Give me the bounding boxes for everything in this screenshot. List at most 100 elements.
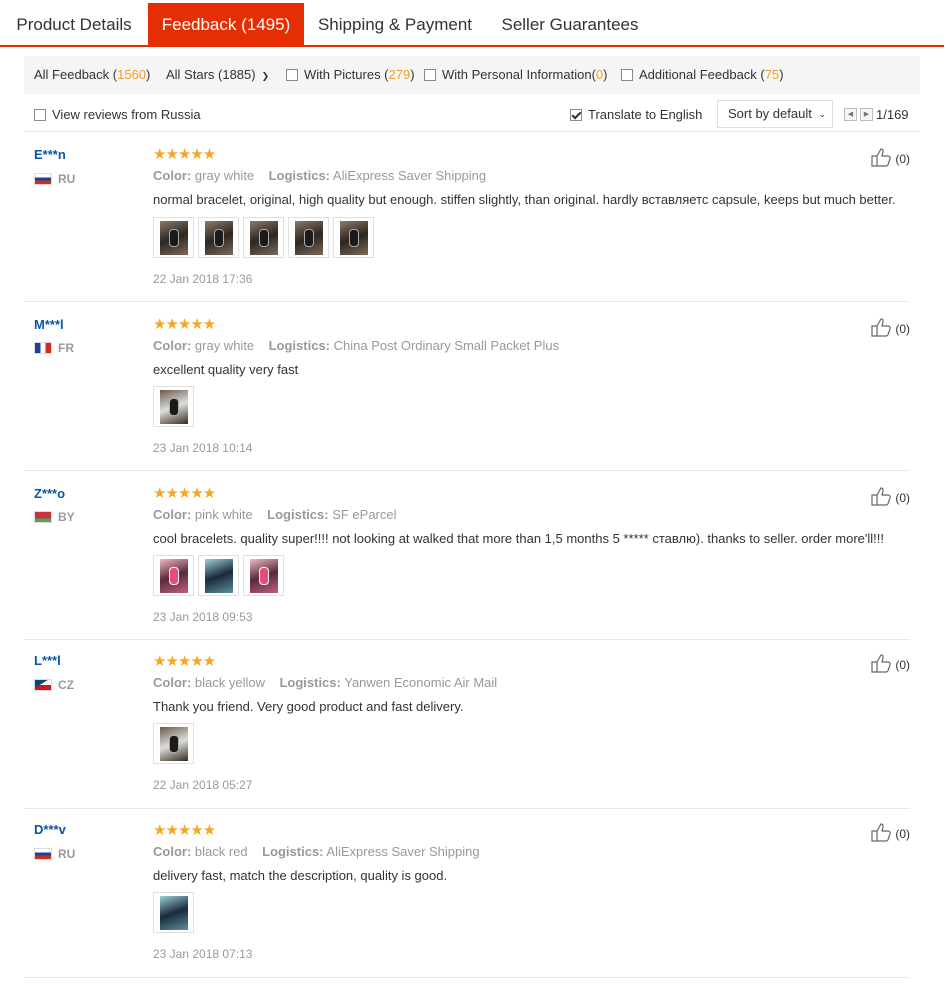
- review-photo[interactable]: [243, 217, 284, 258]
- review-text: excellent quality very fast: [153, 362, 299, 377]
- review-photo[interactable]: [198, 217, 239, 258]
- thumbs-up-icon: [871, 654, 892, 673]
- helpful-button[interactable]: (0): [871, 653, 910, 673]
- thumbs-up-icon: [871, 823, 892, 842]
- filter-close-paren: ): [146, 67, 151, 82]
- review-photo[interactable]: [333, 217, 374, 258]
- review-date: 23 Jan 2018 09:53: [153, 610, 253, 624]
- review-photo[interactable]: [153, 386, 194, 427]
- filter-additional-feedback[interactable]: Additional Feedback (75): [621, 56, 784, 94]
- helpful-button[interactable]: (0): [871, 486, 910, 506]
- helpful-button[interactable]: (0): [871, 147, 910, 167]
- chevron-down-icon: ❯: [261, 71, 270, 81]
- flag-fr-icon: [34, 342, 52, 354]
- review-date: 23 Jan 2018 10:14: [153, 441, 253, 455]
- flag-ru-icon: [34, 173, 52, 185]
- color-label: Color:: [153, 507, 192, 522]
- filter-count: 1560: [117, 67, 147, 82]
- logistics-value: AliExpress Saver Shipping: [326, 844, 480, 859]
- review-item: Z***o BY ★★★★★ Color: pink white Logisti…: [24, 471, 910, 640]
- review-photo[interactable]: [288, 217, 329, 258]
- filter-close-paren: ): [779, 67, 784, 82]
- review-text: delivery fast, match the description, qu…: [153, 868, 448, 883]
- filter-label: Additional Feedback (: [639, 67, 765, 82]
- filter-count: 75: [764, 67, 780, 82]
- thumbs-up-icon: [871, 487, 892, 506]
- checkbox[interactable]: [621, 69, 633, 81]
- reviewer-country: BY: [34, 510, 75, 524]
- star-rating: ★★★★★: [153, 146, 216, 163]
- review-text: normal bracelet, original, high quality …: [153, 192, 896, 207]
- color-value: gray white: [194, 168, 255, 183]
- helpful-count: (0): [895, 322, 910, 336]
- filter-close-paren: ): [410, 67, 415, 82]
- filter-label: All Stars (1885): [166, 67, 256, 82]
- country-code: CZ: [58, 678, 74, 692]
- reviewer-name[interactable]: M***l: [34, 317, 64, 332]
- reviewer-country: RU: [34, 172, 75, 186]
- checkbox-checked[interactable]: [570, 109, 582, 121]
- helpful-count: (0): [895, 152, 910, 166]
- review-photo[interactable]: [153, 217, 194, 258]
- tab-bar: Product Details Feedback (1495) Shipping…: [0, 0, 944, 47]
- next-page-icon[interactable]: ▶: [860, 108, 873, 121]
- filter-with-personal-information[interactable]: With Personal Information(0): [424, 56, 607, 94]
- review-date: 23 Jan 2018 07:13: [153, 947, 253, 961]
- review-text: cool bracelets. quality super!!!! not lo…: [153, 531, 884, 546]
- review-meta: Color: pink white Logistics: SF eParcel: [153, 507, 397, 522]
- checkbox-label: View reviews from Russia: [52, 107, 201, 122]
- reviewer-name[interactable]: D***v: [34, 822, 66, 837]
- star-rating: ★★★★★: [153, 822, 216, 839]
- helpful-count: (0): [895, 491, 910, 505]
- review-photo[interactable]: [153, 723, 194, 764]
- checkbox[interactable]: [34, 109, 46, 121]
- tab-shipping-payment[interactable]: Shipping & Payment: [304, 3, 486, 46]
- filter-all-feedback[interactable]: All Feedback (1560): [34, 56, 150, 94]
- logistics-label: Logistics:: [268, 168, 331, 183]
- filter-label: With Pictures (: [304, 67, 389, 82]
- reviewer-name[interactable]: L***l: [34, 653, 61, 668]
- review-photo[interactable]: [243, 555, 284, 596]
- tab-feedback[interactable]: Feedback (1495): [148, 3, 304, 46]
- country-code: RU: [58, 847, 76, 861]
- tab-product-details[interactable]: Product Details: [0, 3, 148, 46]
- review-photo[interactable]: [198, 555, 239, 596]
- prev-page-icon[interactable]: ◀: [844, 108, 857, 121]
- flag-cz-icon: [34, 679, 52, 691]
- checkbox[interactable]: [286, 69, 298, 81]
- helpful-count: (0): [895, 827, 910, 841]
- star-rating: ★★★★★: [153, 485, 216, 502]
- logistics-label: Logistics:: [267, 507, 329, 522]
- sort-label: Sort by default: [728, 106, 812, 121]
- review-meta: Color: black red Logistics: AliExpress S…: [153, 844, 480, 859]
- helpful-button[interactable]: (0): [871, 317, 910, 337]
- helpful-button[interactable]: (0): [871, 822, 910, 842]
- reviewer-name[interactable]: E***n: [34, 147, 66, 162]
- translate-to-english[interactable]: Translate to English: [570, 98, 702, 132]
- checkbox[interactable]: [424, 69, 436, 81]
- review-item: E***n RU ★★★★★ Color: gray white Logisti…: [24, 133, 910, 302]
- filter-with-pictures[interactable]: With Pictures (279): [286, 56, 415, 94]
- logistics-label: Logistics:: [268, 338, 331, 353]
- sort-dropdown[interactable]: Sort by default ⌄: [717, 100, 833, 128]
- color-value: black yellow: [194, 675, 265, 690]
- reviewer-name[interactable]: Z***o: [34, 486, 65, 501]
- thumbs-up-icon: [871, 318, 892, 337]
- review-photo[interactable]: [153, 555, 194, 596]
- view-reviews-from-russia[interactable]: View reviews from Russia: [34, 98, 201, 132]
- flag-ru-icon: [34, 848, 52, 860]
- filter-all-stars-dropdown[interactable]: All Stars (1885) ❯: [166, 56, 269, 94]
- reviewer-country: CZ: [34, 678, 74, 692]
- checkbox-label: Translate to English: [588, 107, 703, 122]
- filter-bar: All Feedback (1560) All Stars (1885) ❯ Wi…: [24, 56, 920, 94]
- color-label: Color:: [153, 168, 192, 183]
- country-code: FR: [58, 341, 74, 355]
- country-code: RU: [58, 172, 76, 186]
- review-photo[interactable]: [153, 892, 194, 933]
- tab-seller-guarantees[interactable]: Seller Guarantees: [486, 3, 654, 46]
- filter-count: 279: [388, 67, 411, 82]
- logistics-label: Logistics:: [262, 844, 324, 859]
- country-code: BY: [58, 510, 75, 524]
- filter-label: With Personal Information(: [442, 67, 596, 82]
- thumbs-up-icon: [871, 148, 892, 167]
